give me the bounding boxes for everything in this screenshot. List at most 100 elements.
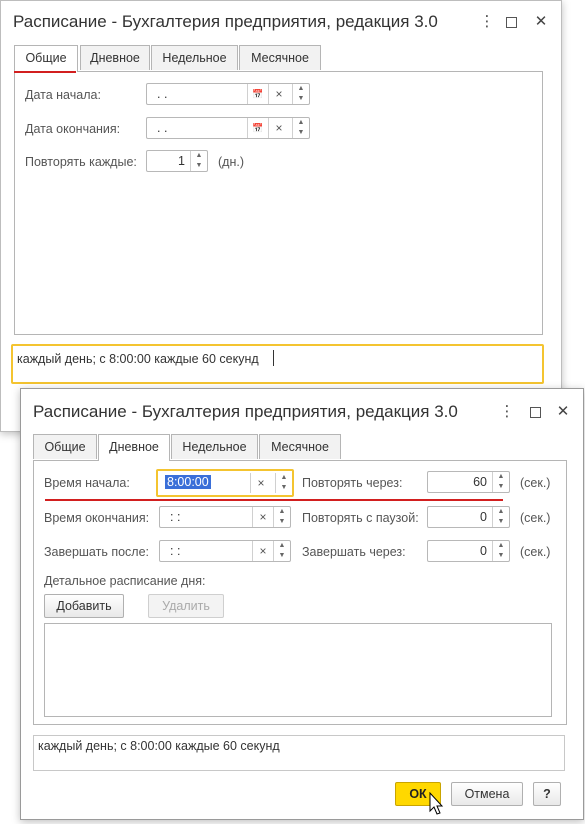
calendar-icon[interactable]: 📅 xyxy=(247,84,268,104)
detail-schedule-label: Детальное расписание дня: xyxy=(44,574,206,588)
repeat-days-stepper[interactable]: ▲ ▼ xyxy=(190,151,207,171)
summary-box: каждый день; с 8:00:00 каждые 60 секунд xyxy=(11,344,544,384)
repeat-pause-stepper[interactable]: ▲ ▼ xyxy=(492,507,509,527)
down-icon[interactable]: ▼ xyxy=(493,482,509,492)
repeat-days-value: 1 xyxy=(178,154,185,168)
back-window: Расписание - Бухгалтерия предприятия, ре… xyxy=(0,0,562,432)
repeat-every-value: 60 xyxy=(473,475,487,489)
summary-text: каждый день; с 8:00:00 каждые 60 секунд xyxy=(17,352,259,366)
finish-in-field[interactable]: 0 ▲ ▼ xyxy=(427,540,510,562)
repeat-days-label: Повторять каждые: xyxy=(25,155,137,169)
end-time-stepper[interactable]: ▲ ▼ xyxy=(273,507,290,527)
clear-icon[interactable]: × xyxy=(268,84,289,104)
window-title: Расписание - Бухгалтерия предприятия, ре… xyxy=(13,12,438,31)
daily-panel: Время начала: 8:00:00 × ▲ ▼ Время оконча… xyxy=(33,460,567,725)
tab-underline xyxy=(14,71,76,73)
start-time-field[interactable]: 8:00:00 × ▲ ▼ xyxy=(156,469,294,497)
down-icon[interactable]: ▼ xyxy=(191,161,207,171)
clear-icon[interactable]: × xyxy=(252,541,273,561)
maximize-icon[interactable] xyxy=(525,402,545,422)
repeat-days-unit: (дн.) xyxy=(218,155,244,169)
up-icon[interactable]: ▲ xyxy=(276,473,292,483)
finish-after-field[interactable]: : : × ▲ ▼ xyxy=(159,540,291,562)
end-date-stepper[interactable]: ▲ ▼ xyxy=(292,118,309,138)
down-icon[interactable]: ▼ xyxy=(276,483,292,493)
start-date-field[interactable]: . . 📅 × ▲ ▼ xyxy=(146,83,310,105)
down-icon[interactable]: ▼ xyxy=(274,517,290,527)
start-time-value: 8:00:00 xyxy=(165,475,211,489)
repeat-days-field[interactable]: 1 ▲ ▼ xyxy=(146,150,208,172)
start-date-label: Дата начала: xyxy=(25,88,101,102)
mouse-cursor-icon xyxy=(429,792,444,815)
tab-general[interactable]: Общие xyxy=(14,45,78,72)
accent-underline xyxy=(45,499,503,501)
more-icon[interactable]: ⋮ xyxy=(497,402,517,422)
finish-after-value: : : xyxy=(170,544,181,558)
finish-after-stepper[interactable]: ▲ ▼ xyxy=(273,541,290,561)
front-window: Расписание - Бухгалтерия предприятия, ре… xyxy=(20,388,584,820)
up-icon[interactable]: ▲ xyxy=(293,84,309,94)
up-icon[interactable]: ▲ xyxy=(493,507,509,517)
summary-box: каждый день; с 8:00:00 каждые 60 секунд xyxy=(33,735,565,771)
finish-in-stepper[interactable]: ▲ ▼ xyxy=(492,541,509,561)
clear-icon[interactable]: × xyxy=(252,507,273,527)
start-date-value: . . xyxy=(157,87,168,101)
down-icon[interactable]: ▼ xyxy=(493,517,509,527)
down-icon[interactable]: ▼ xyxy=(274,551,290,561)
up-icon[interactable]: ▲ xyxy=(493,541,509,551)
close-icon[interactable]: ✕ xyxy=(531,12,551,32)
detail-schedule-list[interactable] xyxy=(44,623,552,717)
start-date-stepper[interactable]: ▲ ▼ xyxy=(292,84,309,104)
clear-icon[interactable]: × xyxy=(268,118,289,138)
repeat-every-stepper[interactable]: ▲ ▼ xyxy=(492,472,509,492)
maximize-icon[interactable] xyxy=(501,12,521,32)
tab-weekly[interactable]: Недельное xyxy=(151,45,238,70)
tab-weekly[interactable]: Недельное xyxy=(171,434,258,459)
tab-bar: Общие Дневное Недельное Месячное xyxy=(14,45,554,72)
repeat-every-field[interactable]: 60 ▲ ▼ xyxy=(427,471,510,493)
down-icon[interactable]: ▼ xyxy=(293,94,309,104)
finish-in-label: Завершать через: xyxy=(302,545,406,559)
up-icon[interactable]: ▲ xyxy=(274,541,290,551)
calendar-icon[interactable]: 📅 xyxy=(247,118,268,138)
help-button[interactable]: ? xyxy=(533,782,561,806)
end-date-field[interactable]: . . 📅 × ▲ ▼ xyxy=(146,117,310,139)
tab-bar: Общие Дневное Недельное Месячное xyxy=(33,434,573,461)
end-time-label: Время окончания: xyxy=(44,511,150,525)
up-icon[interactable]: ▲ xyxy=(191,151,207,161)
end-time-value: : : xyxy=(170,510,181,524)
tab-daily[interactable]: Дневное xyxy=(98,434,170,461)
end-date-label: Дата окончания: xyxy=(25,122,121,136)
tab-daily[interactable]: Дневное xyxy=(80,45,150,70)
clear-icon[interactable]: × xyxy=(250,473,271,493)
tab-general[interactable]: Общие xyxy=(33,434,97,459)
repeat-pause-unit: (сек.) xyxy=(520,511,551,525)
general-panel: Дата начала: . . 📅 × ▲ ▼ Дата окончания:… xyxy=(14,71,543,335)
delete-button[interactable]: Удалить xyxy=(148,594,224,618)
finish-in-unit: (сек.) xyxy=(520,545,551,559)
repeat-every-label: Повторять через: xyxy=(302,476,403,490)
end-date-value: . . xyxy=(157,121,168,135)
cancel-button[interactable]: Отмена xyxy=(451,782,523,806)
window-title: Расписание - Бухгалтерия предприятия, ре… xyxy=(33,402,458,421)
finish-after-label: Завершать после: xyxy=(44,545,150,559)
down-icon[interactable]: ▼ xyxy=(493,551,509,561)
text-cursor xyxy=(273,350,274,366)
add-button[interactable]: Добавить xyxy=(44,594,124,618)
start-time-stepper[interactable]: ▲ ▼ xyxy=(275,473,292,493)
up-icon[interactable]: ▲ xyxy=(493,472,509,482)
repeat-pause-label: Повторять с паузой: xyxy=(302,511,419,525)
finish-in-value: 0 xyxy=(480,544,487,558)
close-icon[interactable]: ✕ xyxy=(553,402,573,422)
repeat-every-unit: (сек.) xyxy=(520,476,551,490)
tab-monthly[interactable]: Месячное xyxy=(239,45,321,70)
more-icon[interactable]: ⋮ xyxy=(477,12,497,32)
up-icon[interactable]: ▲ xyxy=(274,507,290,517)
down-icon[interactable]: ▼ xyxy=(293,128,309,138)
tab-monthly[interactable]: Месячное xyxy=(259,434,341,459)
repeat-pause-value: 0 xyxy=(480,510,487,524)
start-time-label: Время начала: xyxy=(44,476,130,490)
up-icon[interactable]: ▲ xyxy=(293,118,309,128)
end-time-field[interactable]: : : × ▲ ▼ xyxy=(159,506,291,528)
repeat-pause-field[interactable]: 0 ▲ ▼ xyxy=(427,506,510,528)
